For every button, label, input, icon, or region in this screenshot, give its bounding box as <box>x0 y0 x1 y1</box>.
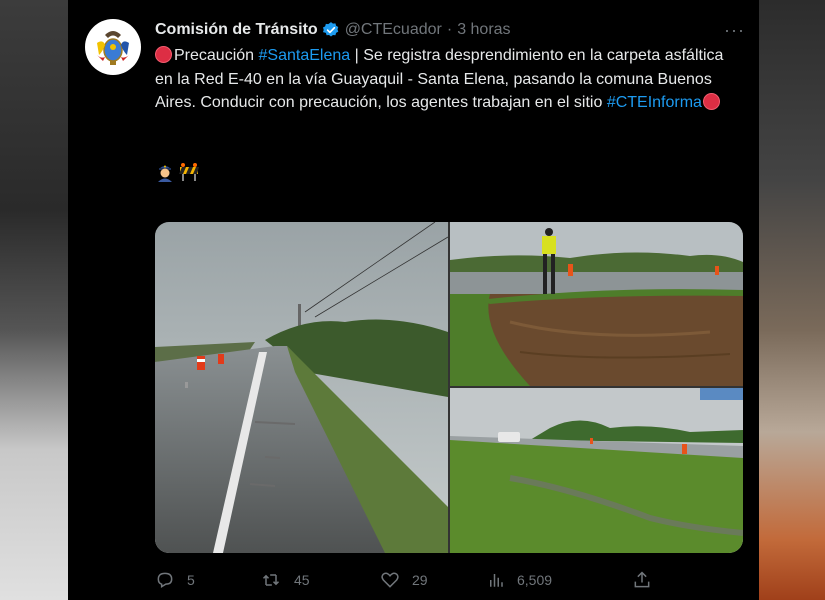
tweet-text: Precaución #SantaElena | Se registra des… <box>155 44 740 115</box>
verified-badge-icon <box>322 21 340 39</box>
tweet-card[interactable]: Comisión de Tránsito @CTEcuador · 3 hora… <box>68 0 759 600</box>
like-count: 29 <box>412 572 428 588</box>
reply-button[interactable]: 5 <box>155 570 260 590</box>
separator-dot: · <box>446 21 453 38</box>
tweet-text-part1: Precaución <box>174 47 259 64</box>
avatar[interactable] <box>85 19 141 75</box>
reply-icon <box>157 572 173 588</box>
tweet-header: Comisión de Tránsito @CTEcuador · 3 hora… <box>155 19 745 41</box>
reply-count: 5 <box>187 572 195 588</box>
more-options-icon[interactable]: ··· <box>724 20 745 41</box>
views-count: 6,509 <box>517 572 553 588</box>
background-right-blur <box>759 0 825 600</box>
emoji-row <box>155 162 200 182</box>
media-grid[interactable] <box>155 222 743 553</box>
photo-agent-road-collapse[interactable] <box>450 222 743 386</box>
ecuador-coat-of-arms-icon <box>97 31 129 65</box>
hashtag-cteinforma[interactable]: #CTEInforma <box>607 94 702 111</box>
action-bar: 5 45 29 6,509 <box>155 568 655 592</box>
views-button[interactable]: 6,509 <box>487 571 632 589</box>
like-button[interactable]: 29 <box>380 570 487 590</box>
share-button[interactable] <box>632 570 652 590</box>
retweet-button[interactable]: 45 <box>260 570 380 590</box>
police-officer-emoji-icon <box>158 165 172 182</box>
views-chart-icon <box>490 574 503 587</box>
photo-grass-roadside-car[interactable] <box>450 388 743 553</box>
timestamp[interactable]: 3 horas <box>457 21 510 39</box>
heart-icon <box>381 572 399 588</box>
retweet-icon <box>262 574 280 586</box>
retweet-count: 45 <box>294 572 310 588</box>
hashtag-santaelena[interactable]: #SantaElena <box>259 47 351 64</box>
construction-barrier-emoji-icon <box>179 163 199 181</box>
stop-sign-emoji-icon <box>155 46 172 63</box>
author-handle[interactable]: @CTEcuador <box>345 21 442 39</box>
background-left-blur <box>0 0 68 600</box>
share-icon <box>634 571 650 588</box>
author-name[interactable]: Comisión de Tránsito <box>155 21 318 39</box>
photo-wet-highway-cones[interactable] <box>155 222 448 553</box>
stop-sign-emoji-icon <box>702 93 720 110</box>
